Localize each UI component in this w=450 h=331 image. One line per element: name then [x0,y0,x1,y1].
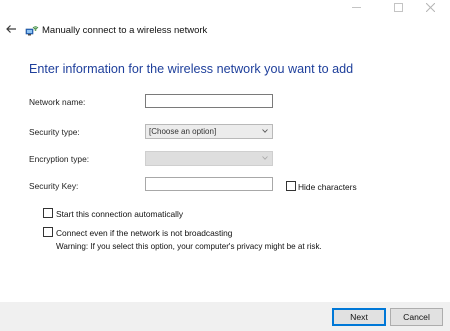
hide-characters-label: Hide characters [298,182,357,192]
security-type-label: Security type: [29,127,80,137]
page-heading: Enter information for the wireless netwo… [29,62,354,76]
security-key-input[interactable] [145,177,273,191]
next-button[interactable]: Next [332,308,386,326]
minimize-button[interactable] [336,0,376,18]
security-key-label: Security Key: [29,181,79,191]
network-name-input[interactable] [145,94,273,108]
security-type-select[interactable]: [Choose an option] [145,124,273,139]
chevron-down-icon [262,128,268,134]
close-icon [425,2,435,15]
security-type-value: [Choose an option] [149,127,217,136]
maximize-icon [393,3,403,15]
connect-even-not-broadcasting-label: Connect even if the network is not broad… [56,228,233,238]
back-button[interactable] [5,23,19,37]
start-automatically-label: Start this connection automatically [56,209,184,219]
window-title: Manually connect to a wireless network [42,25,208,36]
network-name-label: Network name: [29,97,86,107]
encryption-type-select[interactable] [145,151,273,166]
connect-even-not-broadcasting-checkbox[interactable] [43,227,53,237]
encryption-type-label: Encryption type: [29,154,90,164]
start-automatically-checkbox[interactable] [43,208,53,218]
hide-characters-checkbox[interactable] [286,181,296,191]
network-icon [25,23,39,37]
privacy-warning-text: Warning: If you select this option, your… [56,242,322,251]
cancel-button[interactable]: Cancel [390,308,443,326]
back-arrow-icon [5,23,17,38]
close-button[interactable] [410,0,450,18]
chevron-down-icon [262,155,268,161]
minimize-icon [351,3,361,15]
